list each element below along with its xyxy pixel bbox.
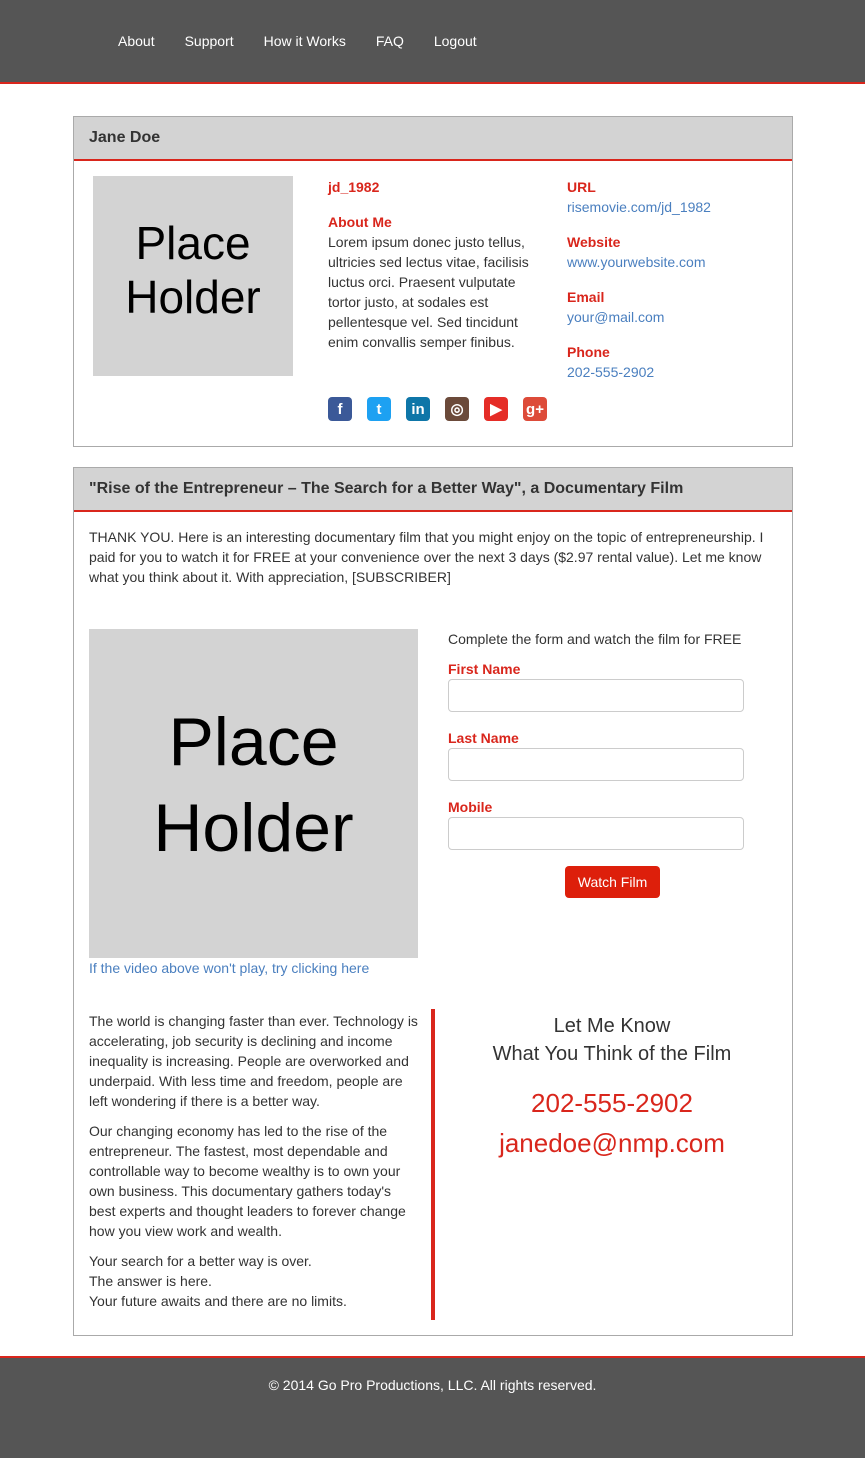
facebook-icon[interactable]: f [328,397,352,421]
google-plus-icon[interactable]: g+ [523,397,547,421]
nav-logout-link[interactable]: Logout [419,32,492,50]
description-paragraph: The world is changing faster than ever. … [89,1013,418,1109]
form-intro-text: Complete the form and watch the film for… [448,631,742,647]
url-label: URL [567,179,596,195]
url-link[interactable]: risemovie.com/jd_1982 [567,197,711,217]
mobile-label: Mobile [448,799,493,815]
mobile-input[interactable] [448,817,744,850]
first-name-input[interactable] [448,679,744,712]
nav-how-it-works-link[interactable]: How it Works [249,32,361,50]
phone-link[interactable]: 202-555-2902 [567,362,654,382]
video-placeholder[interactable]: Place Holder [89,629,418,958]
top-navbar: About Support How it Works FAQ Logout [0,0,865,84]
twitter-icon[interactable]: t [367,397,391,421]
contact-email-link[interactable]: janedoe@nmp.com [437,1126,787,1160]
profile-photo-placeholder: Place Holder [93,176,293,376]
placeholder-text: Holder [125,271,261,323]
profile-username: jd_1982 [328,179,380,195]
instagram-icon[interactable]: ◎ [445,397,469,421]
closing-line: Your future awaits and there are no limi… [89,1293,347,1309]
last-name-input[interactable] [448,748,744,781]
nav-about-link[interactable]: About [103,32,170,50]
video-fallback-link[interactable]: If the video above won't play, try click… [89,958,369,978]
contact-heading-line: Let Me Know [553,1015,671,1037]
contact-heading: Let Me Know What You Think of the Film [437,1012,787,1068]
email-link[interactable]: your@mail.com [567,307,664,327]
description-paragraph: Your search for a better way is over. Th… [89,1251,419,1311]
film-panel: "Rise of the Entrepreneur – The Search f… [73,467,793,1336]
nav-support-link[interactable]: Support [170,32,249,50]
red-divider [431,1009,435,1320]
youtube-icon[interactable]: ▶ [484,397,508,421]
last-name-label: Last Name [448,730,519,746]
website-label: Website [567,234,621,250]
email-label: Email [567,289,605,305]
profile-name: Jane Doe [74,117,792,161]
footer: © 2014 Go Pro Productions, LLC. All righ… [0,1356,865,1458]
closing-line: Your search for a better way is over. [89,1253,312,1269]
nav-menu: About Support How it Works FAQ Logout [103,32,492,50]
linkedin-icon[interactable]: in [406,397,430,421]
film-title: "Rise of the Entrepreneur – The Search f… [74,468,792,512]
placeholder-text: Place [135,217,251,269]
first-name-label: First Name [448,661,521,677]
about-me-label: About Me [328,214,392,230]
placeholder-text: Holder [153,790,354,866]
social-links: f t in ◎ ▶ g+ [328,397,562,421]
contact-heading-line: What You Think of the Film [492,1043,732,1065]
profile-panel: Jane Doe Place Holder jd_1982 About Me L… [73,116,793,447]
closing-line: The answer is here. [89,1273,212,1289]
about-me-text: Lorem ipsum donec justo tellus, ultricie… [328,234,529,350]
description-paragraph: Our changing economy has led to the rise… [89,1123,406,1239]
copyright-text: © 2014 Go Pro Productions, LLC. All righ… [268,1377,597,1393]
nav-faq-link[interactable]: FAQ [361,32,419,50]
phone-label: Phone [567,344,610,360]
film-description: The world is changing faster than ever. … [89,1011,419,1311]
contact-phone-link[interactable]: 202-555-2902 [437,1086,787,1120]
website-link[interactable]: www.yourwebsite.com [567,252,706,272]
placeholder-text: Place [168,704,339,780]
film-intro-text: THANK YOU. Here is an interesting docume… [89,529,764,585]
watch-film-button[interactable]: Watch Film [565,866,660,898]
